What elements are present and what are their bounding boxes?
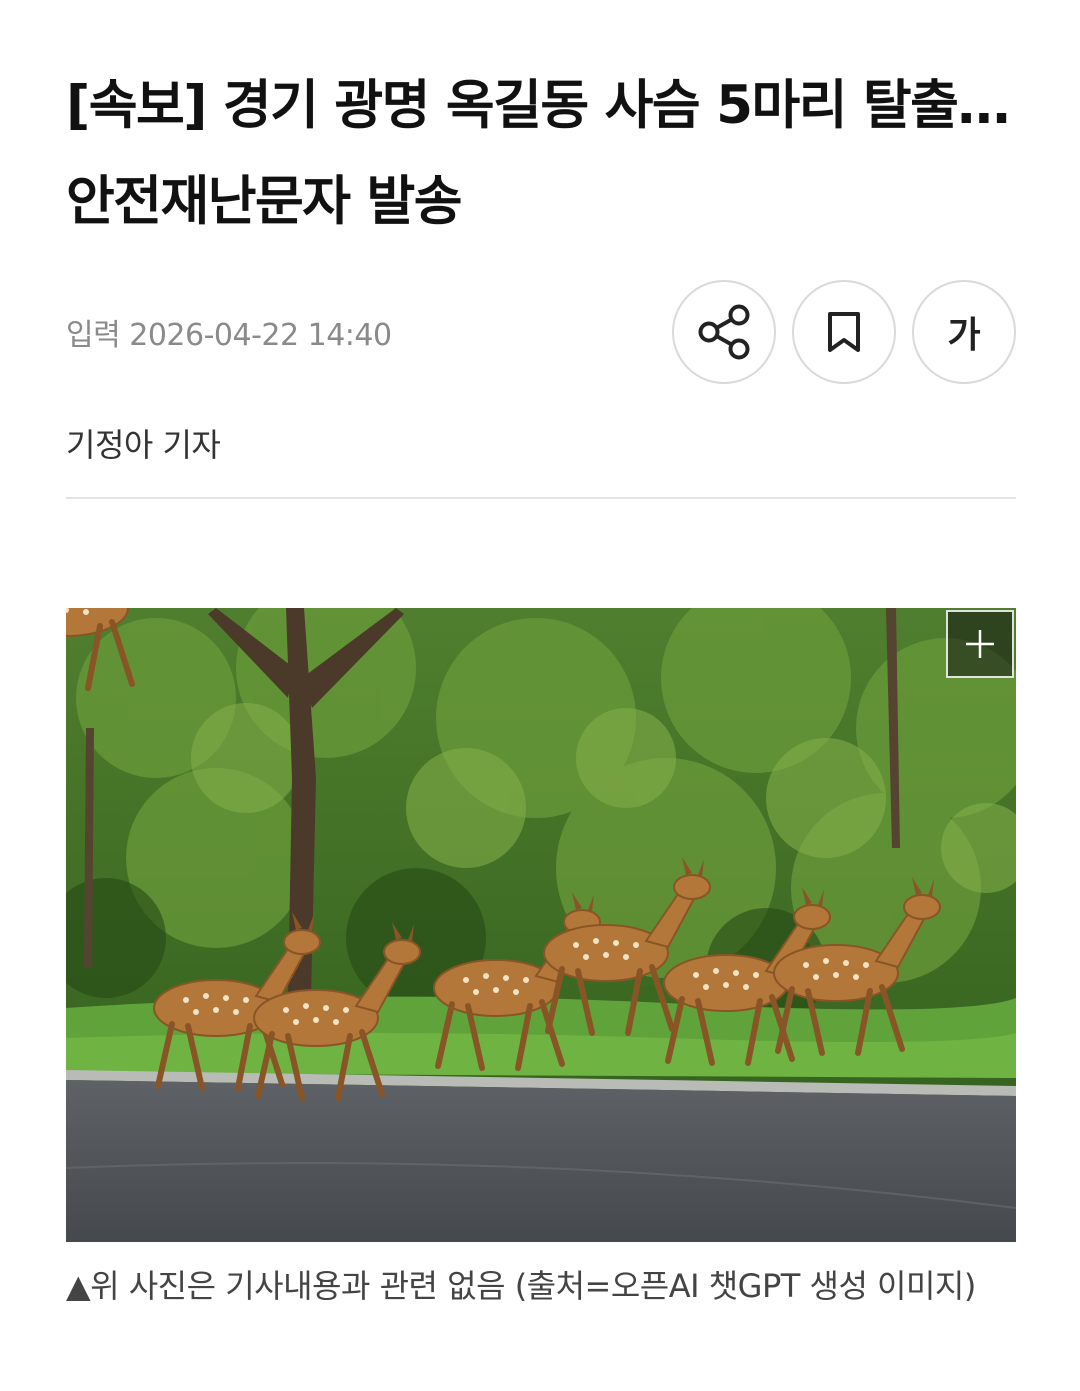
- article-page: [속보] 경기 광명 옥길동 사슴 5마리 탈출…안전재난문자 발송 입력 20…: [0, 0, 1080, 1391]
- article-toolbar: 가: [672, 280, 1016, 384]
- photo-expand-button[interactable]: [946, 610, 1014, 678]
- divider: [66, 497, 1016, 499]
- font-size-icon: 가: [947, 315, 981, 356]
- article-headline: [속보] 경기 광명 옥길동 사슴 5마리 탈출…안전재난문자 발송: [66, 75, 1010, 232]
- article-meta-row: 입력 2026-04-22 14:40 가: [66, 280, 1016, 386]
- published-date: 입력 2026-04-22 14:40: [66, 318, 392, 353]
- reporter-byline: 기정아 기자: [66, 426, 221, 464]
- expand-icon: [962, 626, 998, 662]
- photo-caption: ▲위 사진은 기사내용과 관련 없음 (출처=오픈AI 챗GPT 생성 이미지): [66, 1267, 976, 1305]
- share-button[interactable]: [672, 280, 776, 384]
- share-icon: [693, 301, 755, 363]
- font-size-button[interactable]: 가: [912, 280, 1016, 384]
- deer-illustration: [66, 608, 1016, 1242]
- article-photo[interactable]: [66, 608, 1016, 1242]
- bookmark-button[interactable]: [792, 280, 896, 384]
- bookmark-icon: [824, 310, 864, 354]
